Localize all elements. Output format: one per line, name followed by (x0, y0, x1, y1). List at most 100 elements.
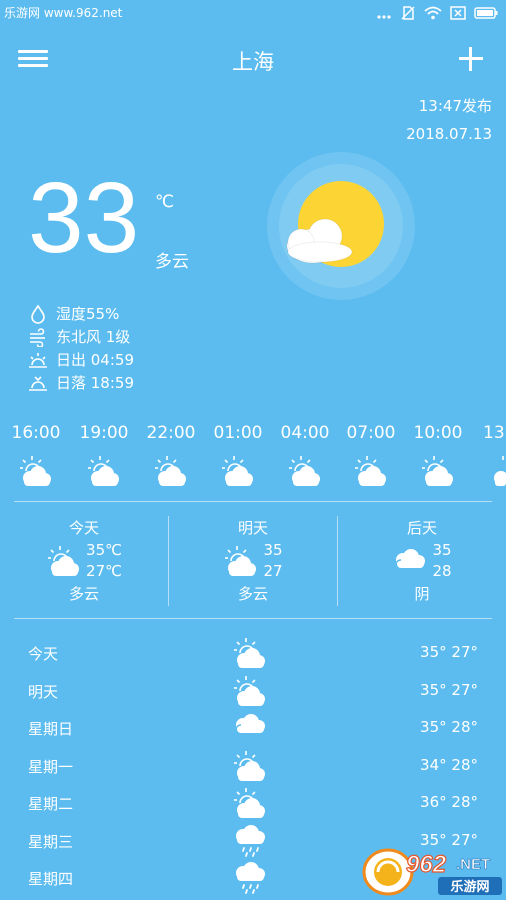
hourly-item: 22:00 (141, 420, 201, 488)
sunrise-icon (29, 352, 47, 368)
week-day: 星期日 (28, 720, 74, 738)
day-high: 35 (432, 541, 452, 559)
day-summary-today[interactable]: 今天 35℃ 27℃ 多云 (0, 517, 168, 605)
publish-time: 13:47发布 (418, 97, 492, 115)
wifi-icon (424, 6, 442, 20)
current-details: 湿度55% 东北风 1级 日出 04:59 日落 18:59 (28, 302, 134, 394)
list-item[interactable]: 星期二 36° 28° (0, 784, 506, 822)
partly-cloudy-icon (234, 638, 265, 668)
hourly-item: 19:00 (74, 420, 134, 488)
hourly-forecast[interactable]: 16:00 19:00 22:00 01:00 04:00 07:00 10:0… (0, 420, 506, 495)
week-day: 今天 (28, 645, 59, 663)
city-title[interactable]: 上海 (0, 46, 506, 76)
hour-time: 01:00 (213, 423, 263, 443)
partly-cloudy-icon (225, 546, 257, 576)
week-temp: 36° 28° (420, 793, 478, 811)
partly-cloudy-icon (88, 456, 119, 486)
humidity-row: 湿度55% (28, 302, 134, 325)
week-temp: 35° 28° (420, 718, 478, 736)
signal-dots-icon (377, 15, 391, 19)
overcast-icon (235, 714, 265, 733)
partly-cloudy-icon (20, 456, 51, 486)
week-temp: 35° 27° (420, 643, 478, 661)
wind-row: 东北风 1级 (28, 325, 134, 348)
day-name: 明天 (237, 519, 268, 537)
list-item[interactable]: 今天 35° 27° (0, 634, 506, 672)
current-condition: 多云 (155, 252, 189, 272)
no-sim-icon (401, 6, 415, 20)
hourly-item: 10:00 (408, 420, 468, 488)
publish-date: 2018.07.13 (406, 125, 492, 143)
list-item[interactable]: 明天 35° 27° (0, 672, 506, 710)
day-condition: 多云 (68, 585, 99, 603)
sunset-text: 日落 18:59 (56, 374, 134, 392)
rain-icon (236, 824, 265, 857)
status-icons (376, 5, 498, 21)
list-item[interactable]: 星期日 35° 28° (0, 709, 506, 747)
partly-cloudy-icon (355, 456, 386, 486)
week-day: 星期一 (28, 757, 74, 776)
wind-icon (30, 327, 45, 347)
sun-cloud-icon (265, 150, 417, 302)
partly-cloudy-icon (494, 456, 506, 486)
partly-cloudy-icon (48, 546, 80, 576)
day-name: 今天 (68, 519, 99, 537)
sunset-icon (29, 375, 47, 391)
hour-time: 13 (483, 423, 505, 443)
partly-cloudy-icon (422, 456, 453, 486)
day-high: 35℃ (86, 541, 122, 559)
day-summary-tomorrow[interactable]: 明天 35 27 多云 (169, 517, 337, 605)
wind-text: 东北风 1级 (56, 328, 131, 346)
hourly-item: 13 (475, 420, 506, 488)
day-name: 后天 (406, 519, 437, 537)
humidity-text: 湿度55% (56, 305, 120, 323)
week-temp: 35° 27° (420, 680, 478, 699)
day-summary-after-tomorrow[interactable]: 后天 35 28 阴 (338, 517, 506, 605)
day-condition: 多云 (237, 585, 268, 603)
svg-text:乐游网: 乐游网 (450, 879, 489, 895)
day-low: 27℃ (86, 562, 122, 580)
day-condition: 阴 (414, 585, 430, 603)
partly-cloudy-icon (155, 456, 186, 486)
day-low: 27 (263, 562, 283, 580)
hourly-item: 16:00 (6, 420, 66, 488)
week-day: 星期四 (28, 870, 74, 888)
day-low: 28 (432, 562, 452, 580)
sunrise-text: 日出 04:59 (56, 351, 134, 369)
plus-icon[interactable] (456, 44, 486, 74)
partly-cloudy-icon (234, 788, 265, 818)
hourly-item: 04:00 (275, 420, 335, 488)
watermark-text: 乐游网 www.962.net (4, 6, 123, 20)
hour-time: 16:00 (11, 423, 61, 443)
week-day: 星期二 (28, 795, 74, 813)
hourly-item: 07:00 (341, 420, 401, 488)
day-high: 35 (263, 541, 283, 559)
partly-cloudy-icon (222, 456, 253, 486)
battery-x-icon (450, 6, 466, 20)
hour-time: 22:00 (146, 423, 196, 443)
hour-time: 04:00 (280, 423, 330, 443)
sunset-row: 日落 18:59 (28, 371, 134, 394)
sunrise-row: 日出 04:59 (28, 348, 134, 371)
battery-icon (474, 7, 498, 19)
list-item[interactable]: 星期一 34° 28° (0, 747, 506, 785)
svg-text:962: 962 (406, 851, 447, 878)
partly-cloudy-icon (234, 750, 265, 781)
overcast-icon (395, 549, 426, 568)
rain-icon (236, 862, 265, 894)
watermark-logo: 962 .NET 乐游网 (362, 846, 504, 898)
hourly-item: 01:00 (208, 420, 268, 488)
current-temperature: 33 (28, 162, 140, 274)
status-bar: 乐游网 www.962.net (0, 0, 506, 26)
week-temp: 34° 28° (420, 755, 478, 774)
svg-text:.NET: .NET (456, 856, 490, 873)
divider (14, 618, 492, 619)
partly-cloudy-icon (289, 456, 320, 486)
temperature-unit: ℃ (155, 192, 175, 212)
divider (14, 501, 492, 502)
week-day: 明天 (28, 682, 59, 701)
week-day: 星期三 (28, 832, 74, 851)
humidity-drop-icon (31, 304, 45, 324)
partly-cloudy-icon (234, 675, 265, 706)
hour-time: 10:00 (413, 423, 463, 443)
